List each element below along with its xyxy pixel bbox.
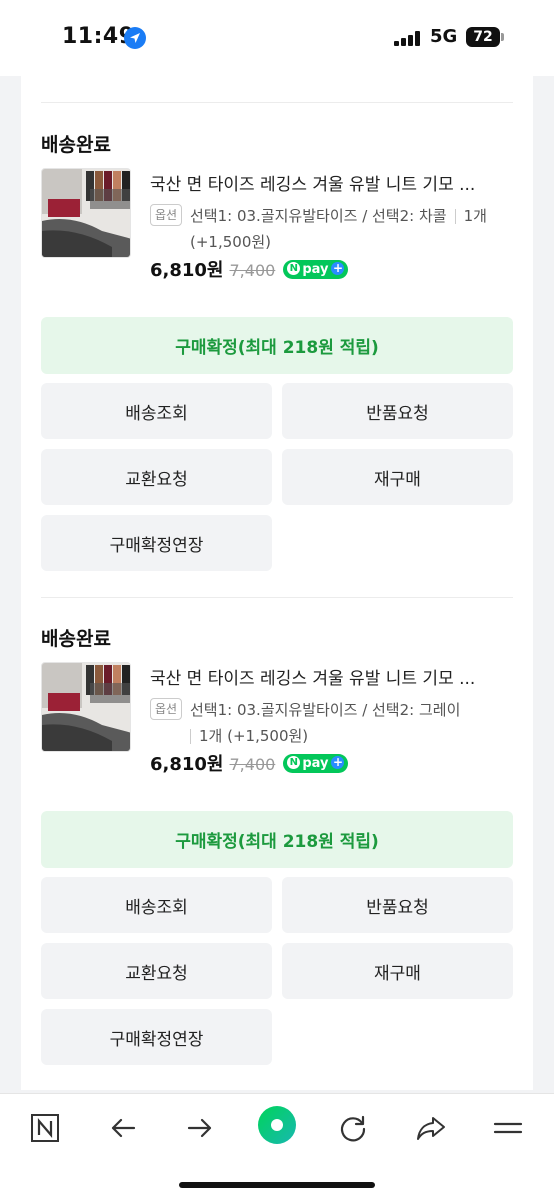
plus-icon: + — [331, 754, 345, 769]
original-price: 7,400 — [229, 261, 276, 280]
extend-confirm-button[interactable]: 구매확정연장 — [41, 515, 272, 571]
npay-plus-badge: Npay + — [283, 753, 349, 773]
track-delivery-button[interactable]: 배송조회 — [41, 877, 272, 933]
option-badge: 옵션 — [150, 204, 183, 226]
back-arrow-icon[interactable] — [105, 1110, 141, 1146]
product-thumbnail[interactable] — [41, 662, 131, 752]
battery-icon: 72 — [466, 27, 500, 47]
product-name[interactable]: 국산 면 타이즈 레깅스 겨울 유발 니트 기모 ... — [150, 170, 505, 195]
npay-plus-badge: Npay + — [283, 259, 349, 279]
option-row: 옵션 선택1: 03.골지유발타이즈 / 선택2: 차콜 1개 (+1,500원) — [150, 203, 512, 255]
status-bar: 11:49 5G 72 — [0, 0, 554, 76]
product-thumbnail[interactable] — [41, 168, 131, 258]
option-text: 선택1: 03.골지유발타이즈 / 선택2: 그레이 — [190, 701, 461, 719]
n-logo-icon: N — [287, 755, 301, 769]
purchase-confirm-button[interactable]: 구매확정(최대 218원 적립) — [41, 811, 513, 868]
cellular-signal-icon — [394, 31, 422, 46]
location-arrow-icon — [124, 27, 146, 49]
price-row: 6,810원 7,400 Npay + — [150, 750, 349, 776]
n-logo-icon: N — [287, 261, 301, 275]
purchase-confirm-button[interactable]: 구매확정(최대 218원 적립) — [41, 317, 513, 374]
order-item: 배송완료 국산 면 타이즈 레깅스 겨울 유발 니트 기모 ... 옵션 선택1… — [41, 130, 513, 571]
npay-label: pay — [302, 261, 329, 277]
delivery-status: 배송완료 — [41, 628, 111, 650]
return-request-button[interactable]: 반품요청 — [282, 383, 513, 439]
quantity: 1개 — [463, 207, 487, 225]
exchange-request-button[interactable]: 교환요청 — [41, 449, 272, 505]
refresh-icon[interactable] — [335, 1110, 371, 1146]
price-row: 6,810원 7,400 Npay + — [150, 256, 349, 282]
battery-cap — [501, 33, 504, 41]
product-name[interactable]: 국산 면 타이즈 레깅스 겨울 유발 니트 기모 ... — [150, 664, 505, 689]
naver-n-icon[interactable] — [27, 1110, 63, 1146]
track-delivery-button[interactable]: 배송조회 — [41, 383, 272, 439]
option-badge: 옵션 — [150, 698, 183, 720]
home-indicator[interactable] — [179, 1182, 375, 1188]
order-list-card: 배송완료 국산 면 타이즈 레깅스 겨울 유발 니트 기모 ... 옵션 선택1… — [21, 76, 533, 1090]
exchange-request-button[interactable]: 교환요청 — [41, 943, 272, 999]
option-row: 옵션 선택1: 03.골지유발타이즈 / 선택2: 그레이 1개 (+1,500… — [150, 697, 512, 749]
option-extra-price: (+1,500원) — [190, 233, 272, 251]
order-item: 배송완료 국산 면 타이즈 레깅스 겨울 유발 니트 기모 ... 옵션 선택1… — [41, 624, 513, 1065]
quantity: 1개 — [199, 727, 223, 745]
option-text: 선택1: 03.골지유발타이즈 / 선택2: 차콜 — [190, 207, 447, 225]
separator — [190, 729, 191, 744]
forward-arrow-icon[interactable] — [182, 1110, 218, 1146]
extend-confirm-button[interactable]: 구매확정연장 — [41, 1009, 272, 1065]
rebuy-button[interactable]: 재구매 — [282, 449, 513, 505]
delivery-status: 배송완료 — [41, 134, 111, 156]
product-info[interactable]: 국산 면 타이즈 레깅스 겨울 유발 니트 기모 ... 옵션 선택1: 03.… — [150, 170, 512, 281]
network-type: 5G — [430, 26, 458, 47]
product-info[interactable]: 국산 면 타이즈 레깅스 겨울 유발 니트 기모 ... 옵션 선택1: 03.… — [150, 664, 512, 775]
npay-label: pay — [302, 755, 329, 771]
divider — [41, 597, 513, 598]
green-dot-home-icon[interactable] — [256, 1104, 298, 1146]
separator — [454, 209, 456, 224]
plus-icon: + — [331, 260, 345, 275]
option-extra-price: (+1,500원) — [227, 727, 309, 745]
rebuy-button[interactable]: 재구매 — [282, 943, 513, 999]
divider — [41, 102, 513, 103]
original-price: 7,400 — [229, 755, 276, 774]
price: 6,810원 — [150, 754, 224, 775]
price: 6,810원 — [150, 260, 224, 281]
return-request-button[interactable]: 반품요청 — [282, 877, 513, 933]
share-icon[interactable] — [413, 1110, 449, 1146]
menu-icon[interactable] — [490, 1110, 526, 1146]
